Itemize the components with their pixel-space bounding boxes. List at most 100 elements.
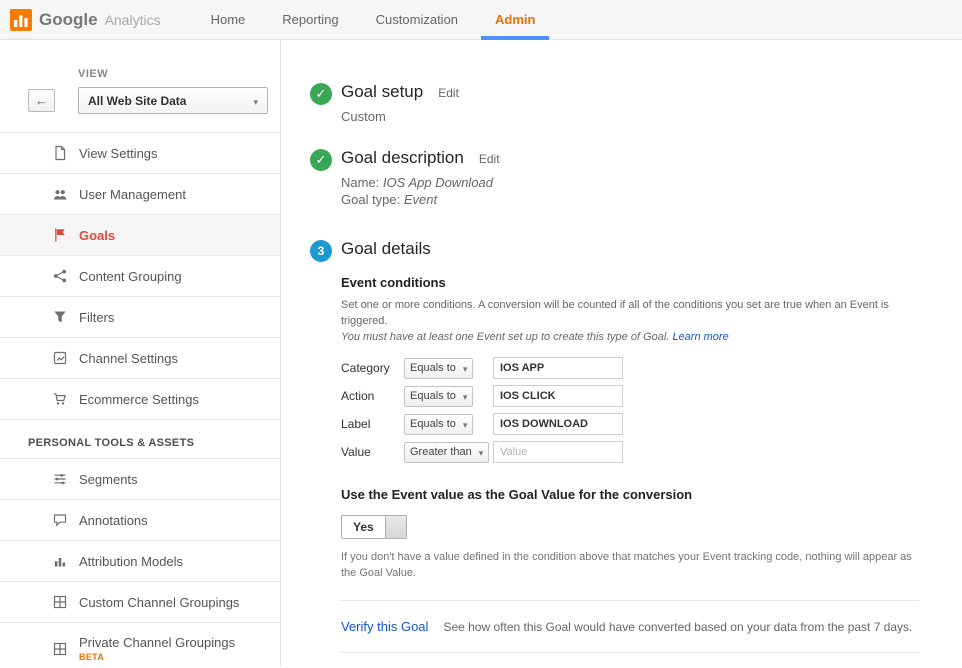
goal-wizard: Goal setup Edit Custom Goal description … bbox=[281, 40, 962, 667]
goal-name-label: Name: bbox=[341, 175, 379, 190]
action-row: Action Equals to bbox=[341, 385, 919, 407]
back-arrow-icon bbox=[35, 93, 48, 108]
nav-reporting[interactable]: Reporting bbox=[276, 0, 344, 40]
operator-value: Equals to bbox=[410, 362, 456, 374]
event-value-heading: Use the Event value as the Goal Value fo… bbox=[341, 487, 919, 502]
step-body: Goal details Event conditions Set one or… bbox=[341, 239, 919, 667]
event-value-toggle[interactable]: Yes bbox=[341, 515, 407, 539]
sidebar-item-label: User Management bbox=[79, 187, 186, 202]
speech-bubble-icon bbox=[52, 512, 68, 528]
sidebar-item-content-grouping[interactable]: Content Grouping bbox=[0, 256, 280, 297]
sidebar-item-label: Segments bbox=[79, 472, 138, 487]
sidebar-item-label: View Settings bbox=[79, 146, 158, 161]
goal-type-line: Goal type: Event bbox=[341, 192, 500, 209]
nav-home[interactable]: Home bbox=[205, 0, 252, 40]
sidebar-item-annotations[interactable]: Annotations bbox=[0, 500, 280, 541]
goal-name-value: IOS App Download bbox=[383, 175, 493, 190]
sidebar: VIEW All Web Site Data View Settings Use… bbox=[0, 40, 281, 667]
value-label: Value bbox=[341, 445, 404, 459]
grid-icon bbox=[52, 594, 68, 610]
toggle-off-segment[interactable] bbox=[386, 515, 407, 539]
goal-setup-value: Custom bbox=[341, 109, 459, 126]
label-value-input[interactable] bbox=[493, 413, 623, 435]
sidebar-item-filters[interactable]: Filters bbox=[0, 297, 280, 338]
sidebar-item-label: Filters bbox=[79, 310, 114, 325]
primary-nav: Home Reporting Customization Admin bbox=[205, 0, 542, 40]
goal-description-edit-link[interactable]: Edit bbox=[479, 152, 500, 166]
step-goal-setup: Goal setup Edit Custom bbox=[310, 82, 934, 126]
check-circle-icon bbox=[310, 149, 332, 171]
sidebar-item-view-settings[interactable]: View Settings bbox=[0, 133, 280, 174]
cart-icon bbox=[52, 391, 68, 407]
brand: Google Analytics bbox=[10, 9, 161, 31]
page-body: VIEW All Web Site Data View Settings Use… bbox=[0, 40, 962, 667]
toggle-yes-button[interactable]: Yes bbox=[341, 515, 386, 539]
bar-chart-icon bbox=[52, 553, 68, 569]
goal-setup-title: Goal setup bbox=[341, 82, 423, 102]
chevron-down-icon bbox=[463, 359, 468, 377]
sidebar-item-label: Attribution Models bbox=[79, 554, 183, 569]
sidebar-item-label: Annotations bbox=[79, 513, 148, 528]
sidebar-item-channel-settings[interactable]: Channel Settings bbox=[0, 338, 280, 379]
nav-admin[interactable]: Admin bbox=[489, 0, 541, 40]
sidebar-item-label: Channel Settings bbox=[79, 351, 178, 366]
verify-description: See how often this Goal would have conve… bbox=[443, 620, 912, 634]
category-label: Category bbox=[341, 361, 404, 375]
action-label: Action bbox=[341, 389, 404, 403]
value-operator-select[interactable]: Greater than bbox=[404, 442, 489, 463]
goal-description-title: Goal description bbox=[341, 148, 464, 168]
operator-value: Equals to bbox=[410, 390, 456, 402]
action-operator-select[interactable]: Equals to bbox=[404, 386, 473, 407]
goal-details-title: Goal details bbox=[341, 239, 431, 259]
ec-desc-line2: You must have at least one Event set up … bbox=[341, 330, 919, 346]
brand-analytics: Analytics bbox=[105, 12, 161, 28]
back-button[interactable] bbox=[28, 89, 55, 112]
check-circle-icon bbox=[310, 83, 332, 105]
channel-icon bbox=[52, 350, 68, 366]
sidebar-item-custom-channel-groupings[interactable]: Custom Channel Groupings bbox=[0, 582, 280, 623]
operator-value: Equals to bbox=[410, 418, 456, 430]
verify-row: Verify this Goal See how often this Goal… bbox=[341, 619, 919, 634]
category-value-input[interactable] bbox=[493, 357, 623, 379]
sidebar-item-segments[interactable]: Segments bbox=[0, 459, 280, 500]
goal-type-label: Goal type: bbox=[341, 192, 400, 207]
view-selector-value: All Web Site Data bbox=[88, 94, 186, 108]
sidebar-item-label: Private Channel Groupings BETA bbox=[79, 635, 235, 662]
sidebar-item-private-channel-groupings[interactable]: Private Channel Groupings BETA bbox=[0, 623, 280, 667]
flag-icon bbox=[52, 227, 68, 243]
divider bbox=[341, 600, 919, 601]
step-goal-description: Goal description Edit Name: IOS App Down… bbox=[310, 148, 934, 209]
users-icon bbox=[52, 186, 68, 202]
document-icon bbox=[52, 145, 68, 161]
sidebar-item-ecommerce-settings[interactable]: Ecommerce Settings bbox=[0, 379, 280, 420]
funnel-icon bbox=[52, 309, 68, 325]
value-row: Value Greater than bbox=[341, 441, 919, 463]
ec-desc-line2-text: You must have at least one Event set up … bbox=[341, 331, 669, 343]
sidebar-item-text: Private Channel Groupings bbox=[79, 635, 235, 650]
view-selector-dropdown[interactable]: All Web Site Data bbox=[78, 87, 268, 114]
sidebar-item-label: Content Grouping bbox=[79, 269, 182, 284]
goal-details-form: Event conditions Set one or more conditi… bbox=[341, 275, 919, 667]
sidebar-item-label: Custom Channel Groupings bbox=[79, 595, 239, 610]
step-body: Goal setup Edit Custom bbox=[341, 82, 459, 126]
content-grouping-icon bbox=[52, 268, 68, 284]
operator-value: Greater than bbox=[410, 446, 472, 458]
event-conditions-description: Set one or more conditions. A conversion… bbox=[341, 298, 919, 346]
event-value-help-text: If you don't have a value defined in the… bbox=[341, 550, 919, 582]
sidebar-item-label: Goals bbox=[79, 228, 115, 243]
label-operator-select[interactable]: Equals to bbox=[404, 414, 473, 435]
divider bbox=[341, 652, 919, 653]
value-value-input[interactable] bbox=[493, 441, 623, 463]
goal-setup-edit-link[interactable]: Edit bbox=[438, 86, 459, 100]
analytics-logo-icon bbox=[10, 9, 32, 31]
sidebar-item-attribution-models[interactable]: Attribution Models bbox=[0, 541, 280, 582]
sidebar-item-goals[interactable]: Goals bbox=[0, 215, 280, 256]
sidebar-item-user-management[interactable]: User Management bbox=[0, 174, 280, 215]
action-value-input[interactable] bbox=[493, 385, 623, 407]
learn-more-link[interactable]: Learn more bbox=[672, 331, 728, 343]
nav-customization[interactable]: Customization bbox=[370, 0, 464, 40]
step-goal-details: 3 Goal details Event conditions Set one … bbox=[310, 239, 934, 667]
event-conditions-table: Category Equals to Action Equals to bbox=[341, 357, 919, 463]
category-operator-select[interactable]: Equals to bbox=[404, 358, 473, 379]
verify-goal-link[interactable]: Verify this Goal bbox=[341, 619, 428, 634]
